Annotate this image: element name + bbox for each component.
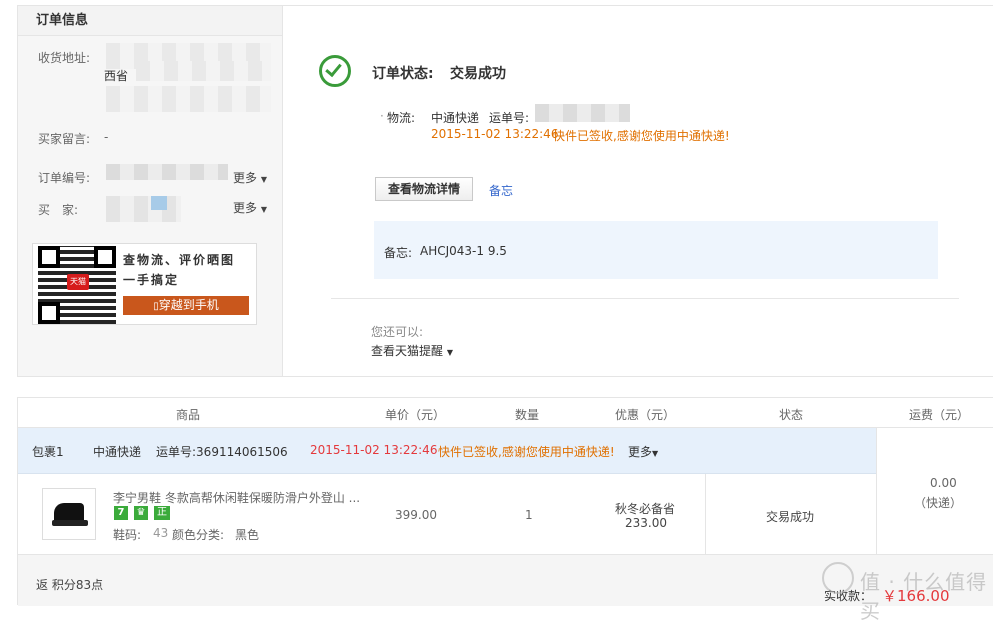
also-label: 您还可以: xyxy=(371,325,424,339)
address-fragment: 西省 xyxy=(104,69,129,83)
discount-label: 秋冬必备省 xyxy=(615,502,676,516)
logistics-label: 物流: xyxy=(387,111,416,125)
order-status-label: 订单状态: xyxy=(372,66,434,82)
watermark-logo-icon xyxy=(822,562,854,594)
logistics-carrier: 中通快递 xyxy=(431,111,480,125)
item-status: 交易成功 xyxy=(766,510,815,524)
logistics-datetime: 2015-11-02 13:22:46 xyxy=(431,127,559,141)
col-discount: 优惠（元） xyxy=(615,408,676,422)
order-info-panel: 订单信息 收货地址: 西省 买家留言: - 订单编号: 更多 ▼ 买 家: 更多… xyxy=(17,5,283,377)
buyer-redacted xyxy=(106,196,181,222)
chevron-down-icon: ▼ xyxy=(260,205,267,214)
guarantee-icon: ♛ xyxy=(134,506,148,520)
col-product: 商品 xyxy=(176,408,201,422)
col-status: 状态 xyxy=(779,408,804,422)
shipping-type: （快递） xyxy=(914,496,963,510)
chevron-down-icon: ▼ xyxy=(446,348,453,357)
shipping-value: 0.00 xyxy=(930,476,957,490)
chevron-down-icon: ▼ xyxy=(652,449,659,458)
seven-day-return-icon: 7 xyxy=(114,506,128,520)
order-status-panel: 订单状态: 交易成功 · 物流: 中通快递 运单号: 2015-11-02 13… xyxy=(283,5,993,377)
buyer-more-link[interactable]: 更多 ▼ xyxy=(233,199,267,216)
package-waybill: 运单号:369114061506 xyxy=(156,445,288,459)
qr-corner xyxy=(38,246,60,268)
bullet-dot: · xyxy=(380,109,384,123)
note-box: 备忘: AHCJ043-1 9.5 xyxy=(374,221,938,279)
success-check-icon xyxy=(319,55,351,87)
col-shipping: 运费（元） xyxy=(909,408,970,422)
mobile-qr-card: 天猫 查物流、评价晒图 一手搞定 ▯穿越到手机 xyxy=(32,243,257,325)
to-mobile-button[interactable]: ▯穿越到手机 xyxy=(123,296,249,315)
col-quantity: 数量 xyxy=(515,408,540,422)
package-datetime: 2015-11-02 13:22:46 xyxy=(310,443,438,457)
order-more-link[interactable]: 更多 ▼ xyxy=(233,169,267,186)
item-row: 李宁男鞋 冬款高帮休闲鞋保暖防滑户外登山 ... 7 ♛ 正 鞋码: 43 颜色… xyxy=(18,474,876,554)
note-link[interactable]: 备忘 xyxy=(489,182,513,199)
order-info-title: 订单信息 xyxy=(18,6,282,36)
package-row: 包裹1 中通快递 运单号:369114061506 2015-11-02 13:… xyxy=(18,428,876,474)
address-redacted-3 xyxy=(106,86,271,112)
package-more-link[interactable]: 更多▼ xyxy=(628,443,658,460)
chevron-down-icon: ▼ xyxy=(260,175,267,184)
buyer-redacted-accent xyxy=(151,196,167,210)
column-divider xyxy=(705,474,706,554)
discount-value: 233.00 xyxy=(625,516,667,530)
product-thumbnail[interactable] xyxy=(42,488,96,540)
item-price: 399.00 xyxy=(395,508,437,522)
qr-corner xyxy=(38,302,60,324)
logistics-message: 快件已签收,感谢您使用中通快递! xyxy=(553,129,730,143)
shipping-cell: 0.00 （快递） xyxy=(876,428,993,554)
size-label: 鞋码: xyxy=(113,528,142,542)
package-message: 快件已签收,感谢您使用中通快递! xyxy=(438,445,615,459)
waybill-redacted xyxy=(535,104,630,122)
message-value: - xyxy=(104,130,109,144)
points-earned: 返 积分83点 xyxy=(36,578,104,592)
watermark-text: 值 · 什么值得买 xyxy=(860,570,988,623)
address-label: 收货地址: xyxy=(38,51,91,65)
size-value: 43 xyxy=(153,526,169,540)
view-logistics-button[interactable]: 查看物流详情 xyxy=(375,177,473,201)
note-value: AHCJ043-1 9.5 xyxy=(420,244,507,258)
order-status-value: 交易成功 xyxy=(450,66,506,82)
color-label: 颜色分类: xyxy=(172,528,225,542)
qr-corner xyxy=(94,246,116,268)
tmall-badge: 天猫 xyxy=(67,274,89,290)
note-label: 备忘: xyxy=(384,246,413,260)
address-redacted-2 xyxy=(136,61,271,81)
item-quantity: 1 xyxy=(525,508,533,522)
table-header: 商品 单价（元） 数量 优惠（元） 状态 运费（元） xyxy=(18,398,993,428)
color-value: 黑色 xyxy=(235,528,260,542)
order-number-label: 订单编号: xyxy=(38,171,91,185)
buyer-label: 买 家: xyxy=(38,203,79,217)
package-carrier: 中通快递 xyxy=(93,445,142,459)
message-label: 买家留言: xyxy=(38,132,91,146)
product-title-link[interactable]: 李宁男鞋 冬款高帮休闲鞋保暖防滑户外登山 ... xyxy=(113,489,360,506)
col-price: 单价（元） xyxy=(385,408,446,422)
qr-text-1: 查物流、评价晒图 xyxy=(123,253,236,267)
qr-text-2: 一手搞定 xyxy=(123,273,180,287)
package-name: 包裹1 xyxy=(32,445,64,459)
tmall-reminder-link[interactable]: 查看天猫提醒 ▼ xyxy=(371,342,453,359)
divider xyxy=(331,298,959,299)
genuine-icon: 正 xyxy=(154,506,170,520)
order-number-redacted xyxy=(106,164,228,180)
waybill-label: 运单号: xyxy=(489,111,530,125)
